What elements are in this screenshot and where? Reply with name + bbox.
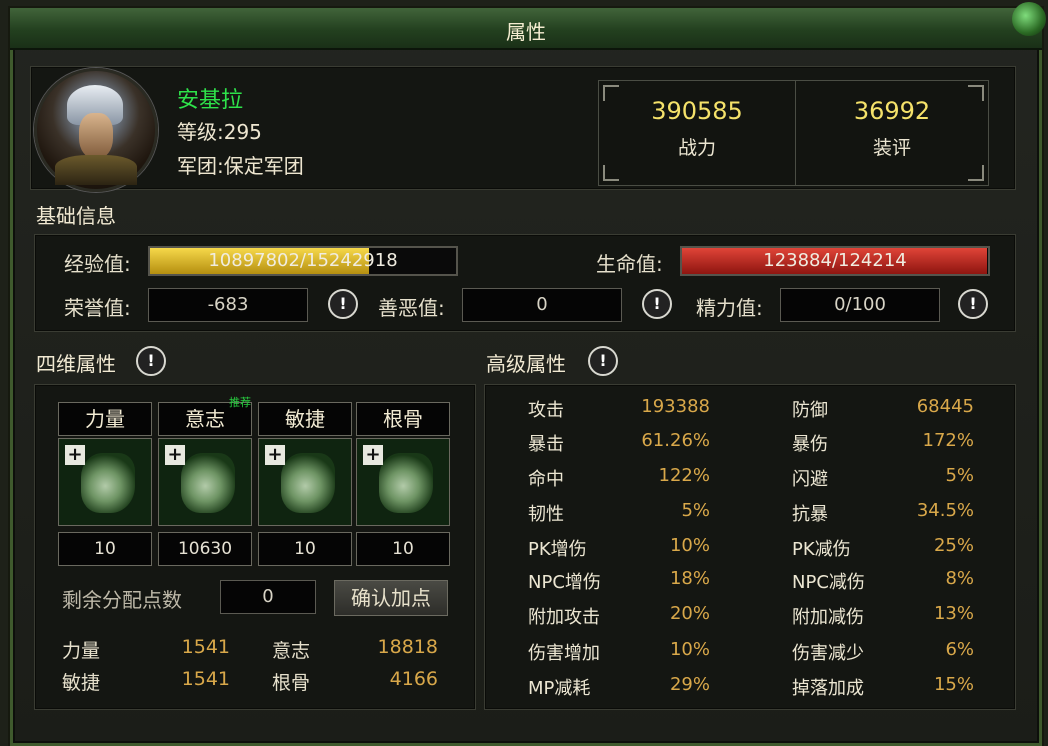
add-will-icon[interactable]: + bbox=[165, 445, 185, 465]
character-level: 等级:295 bbox=[177, 120, 262, 144]
total-agility-label: 敏捷 bbox=[62, 672, 101, 694]
total-will-label: 意志 bbox=[272, 640, 311, 662]
adv-left-value: 10% bbox=[669, 535, 710, 556]
adv-right-value: 25% bbox=[933, 535, 974, 556]
adv-left-label: MP减耗 bbox=[528, 678, 591, 699]
adv-right-label: 暴伤 bbox=[792, 434, 828, 455]
confirm-points-button[interactable]: 确认加点 bbox=[334, 580, 448, 616]
attr-head-agility: 敏捷 bbox=[258, 402, 352, 436]
karma-label: 善恶值: bbox=[378, 296, 445, 320]
adv-right-value: 172% bbox=[922, 430, 974, 451]
energy-info-icon[interactable]: ! bbox=[958, 289, 988, 319]
window-title: 属性 bbox=[506, 20, 546, 44]
orb-icon bbox=[1012, 2, 1046, 36]
attr-head-strength: 力量 bbox=[58, 402, 152, 436]
power-box: 390585 战力 bbox=[598, 80, 796, 186]
avatar bbox=[34, 68, 158, 192]
adv-right-value: 13% bbox=[933, 603, 974, 624]
add-agility-icon[interactable]: + bbox=[265, 445, 285, 465]
advanced-title: 高级属性 bbox=[486, 352, 566, 376]
total-strength-value: 1541 bbox=[181, 636, 230, 658]
adv-right-label: 掉落加成 bbox=[792, 678, 864, 699]
total-constitution-value: 4166 bbox=[389, 668, 438, 690]
adv-left-value: 61.26% bbox=[641, 430, 710, 451]
karma-value: 0 bbox=[462, 288, 622, 322]
recommend-badge: 推荐 bbox=[229, 396, 251, 409]
adv-right-label: 附加减伤 bbox=[792, 607, 864, 628]
adv-right-label: PK减伤 bbox=[792, 539, 851, 560]
adv-left-label: 攻击 bbox=[528, 400, 564, 421]
will-icon: + bbox=[158, 438, 252, 526]
adv-right-label: 伤害减少 bbox=[792, 643, 864, 664]
constitution-points: 10 bbox=[356, 532, 450, 566]
adv-left-label: PK增伤 bbox=[528, 539, 587, 560]
four-dim-title: 四维属性 bbox=[36, 352, 116, 376]
will-points: 10630 bbox=[158, 532, 252, 566]
adv-left-value: 29% bbox=[669, 674, 710, 695]
total-strength-label: 力量 bbox=[62, 640, 101, 662]
remaining-points-label: 剩余分配点数 bbox=[62, 588, 182, 612]
exp-text: 10897802/15242918 bbox=[208, 250, 398, 271]
add-strength-icon[interactable]: + bbox=[65, 445, 85, 465]
adv-left-value: 10% bbox=[669, 639, 710, 660]
agility-icon: + bbox=[258, 438, 352, 526]
attr-head-constitution: 根骨 bbox=[356, 402, 450, 436]
adv-left-label: 韧性 bbox=[528, 504, 564, 525]
four-dim-info-icon[interactable]: ! bbox=[136, 346, 166, 376]
hp-text: 123884/124214 bbox=[763, 250, 907, 271]
gear-score-box: 36992 装评 bbox=[795, 80, 989, 186]
total-will-value: 18818 bbox=[377, 636, 438, 658]
gear-score-label: 装评 bbox=[872, 137, 911, 159]
hp-bar: 123884/124214 bbox=[680, 246, 990, 276]
title-bar[interactable]: 属性 bbox=[10, 2, 1046, 50]
hp-label: 生命值: bbox=[596, 252, 663, 276]
agility-points: 10 bbox=[258, 532, 352, 566]
adv-left-value: 193388 bbox=[641, 396, 710, 417]
character-legion: 军团:保定军团 bbox=[177, 154, 304, 178]
adv-left-value: 122% bbox=[658, 465, 710, 486]
total-agility-value: 1541 bbox=[181, 668, 230, 690]
advanced-info-icon[interactable]: ! bbox=[588, 346, 618, 376]
adv-left-label: NPC增伤 bbox=[528, 572, 601, 593]
adv-left-label: 暴击 bbox=[528, 434, 564, 455]
adv-right-label: 抗暴 bbox=[792, 504, 828, 525]
adv-left-value: 20% bbox=[669, 603, 710, 624]
strength-points: 10 bbox=[58, 532, 152, 566]
adv-right-value: 34.5% bbox=[916, 500, 974, 521]
adv-right-value: 5% bbox=[945, 465, 974, 486]
adv-right-value: 6% bbox=[945, 639, 974, 660]
character-name: 安基拉 bbox=[177, 88, 244, 113]
energy-value: 0/100 bbox=[780, 288, 940, 322]
adv-right-value: 68445 bbox=[916, 396, 974, 417]
total-constitution-label: 根骨 bbox=[272, 672, 311, 694]
adv-left-value: 5% bbox=[681, 500, 710, 521]
constitution-icon: + bbox=[356, 438, 450, 526]
gear-score-value: 36992 bbox=[853, 97, 931, 125]
exp-bar: 10897802/15242918 bbox=[148, 246, 458, 276]
remaining-points-value: 0 bbox=[220, 580, 316, 614]
basic-info-title: 基础信息 bbox=[36, 204, 116, 228]
honor-label: 荣誉值: bbox=[64, 296, 131, 320]
strength-icon: + bbox=[58, 438, 152, 526]
exp-label: 经验值: bbox=[64, 252, 131, 276]
power-value: 390585 bbox=[651, 97, 743, 125]
adv-right-label: NPC减伤 bbox=[792, 572, 865, 593]
power-label: 战力 bbox=[677, 137, 716, 159]
adv-left-label: 伤害增加 bbox=[528, 643, 600, 664]
adv-left-label: 命中 bbox=[528, 469, 564, 490]
karma-info-icon[interactable]: ! bbox=[642, 289, 672, 319]
honor-info-icon[interactable]: ! bbox=[328, 289, 358, 319]
adv-right-value: 8% bbox=[945, 568, 974, 589]
adv-right-label: 防御 bbox=[792, 400, 828, 421]
adv-right-label: 闪避 bbox=[792, 469, 828, 490]
energy-label: 精力值: bbox=[696, 296, 763, 320]
adv-right-value: 15% bbox=[933, 674, 974, 695]
adv-left-label: 附加攻击 bbox=[528, 607, 600, 628]
add-constitution-icon[interactable]: + bbox=[363, 445, 383, 465]
adv-left-value: 18% bbox=[669, 568, 710, 589]
honor-value: -683 bbox=[148, 288, 308, 322]
